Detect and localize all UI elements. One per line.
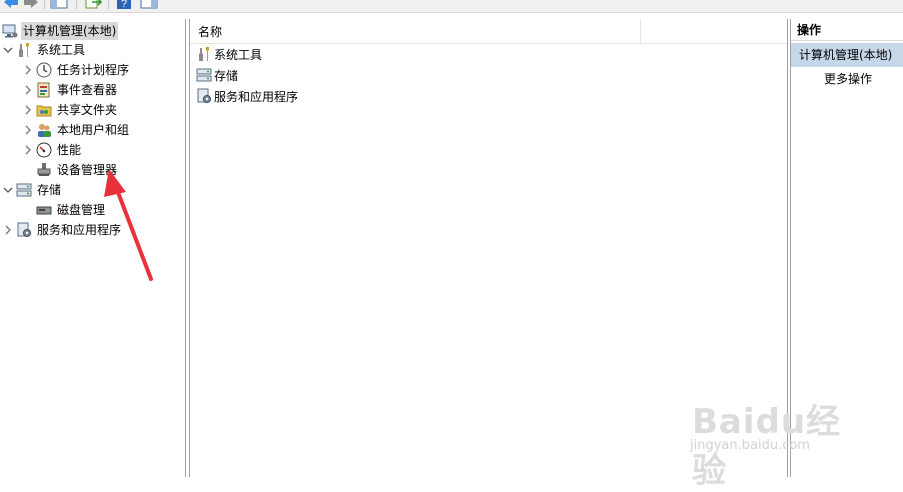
computer-management-icon [2,23,18,39]
column-header: 名称 [190,19,787,44]
results-pane: 名称 系统工具 存储 服务和应用程序 [189,19,788,477]
tree-label: 本地用户和组 [57,123,130,137]
toolbar: ? [0,0,903,13]
tree-item-disk-management[interactable]: 磁盘管理 [34,200,107,220]
tree-label: 共享文件夹 [57,103,118,117]
chevron-right-icon[interactable] [2,220,14,240]
clock-icon [36,62,52,78]
disk-icon [36,202,52,218]
chevron-right-icon[interactable] [22,140,34,160]
show-hide-action-pane-icon[interactable] [140,0,158,10]
show-hide-tree-icon[interactable] [50,0,68,10]
services-icon [196,88,212,104]
storage-icon [16,182,32,198]
tree-item-event-viewer[interactable]: 事件查看器 [22,80,119,100]
shared-folder-icon [36,102,52,118]
chevron-down-icon[interactable] [2,40,14,60]
actions-header: 操作 [791,19,903,41]
tree-label: 存储 [37,183,62,197]
tree-item-device-manager[interactable]: 设备管理器 [34,160,119,180]
storage-icon [196,67,212,83]
tree-item-computer-management[interactable]: 计算机管理(本地) [0,21,119,41]
column-name-header[interactable]: 名称 [198,23,222,40]
device-manager-icon [36,162,52,178]
event-viewer-icon [36,82,52,98]
back-icon[interactable] [2,0,20,10]
svg-text:?: ? [121,0,127,10]
list-item-storage[interactable]: 存储 [196,65,238,85]
tree-label: 事件查看器 [57,83,118,97]
tools-icon [196,46,212,62]
tree-item-storage[interactable]: 存储 [2,180,63,200]
list-item-label: 存储 [214,68,239,83]
tree-item-shared-folders[interactable]: 共享文件夹 [22,100,119,120]
tree-item-performance[interactable]: 性能 [22,140,83,160]
users-icon [36,122,52,138]
tree-label: 设备管理器 [57,163,118,177]
help-icon[interactable]: ? [116,0,132,10]
list-item-services-applications[interactable]: 服务和应用程序 [196,86,298,106]
services-icon [16,222,32,238]
chevron-right-icon[interactable] [22,60,34,80]
chevron-right-icon[interactable] [22,80,34,100]
tree-item-local-users-groups[interactable]: 本地用户和组 [22,120,131,140]
tree-label: 性能 [57,143,82,157]
actions-pane: 操作 计算机管理(本地) 更多操作 [790,19,903,477]
more-actions-link[interactable]: 更多操作 [824,70,872,88]
chevron-right-icon[interactable] [22,100,34,120]
tree-label: 系统工具 [37,43,86,57]
chevron-right-icon[interactable] [22,120,34,140]
list-item-system-tools[interactable]: 系统工具 [196,44,262,64]
console-tree: 计算机管理(本地) 系统工具 任务计划程序 事件查看器 共享文件夹 本地用户和组… [0,19,186,477]
column-divider[interactable] [640,19,641,43]
list-item-label: 服务和应用程序 [214,89,299,104]
tree-item-task-scheduler[interactable]: 任务计划程序 [22,60,131,80]
forward-icon[interactable] [22,0,40,10]
tree-label: 计算机管理(本地) [21,22,119,40]
performance-icon [36,142,52,158]
export-list-icon[interactable] [84,0,102,10]
chevron-down-icon[interactable] [2,180,14,200]
tree-item-services-applications[interactable]: 服务和应用程序 [2,220,123,240]
actions-section-computer-management[interactable]: 计算机管理(本地) [791,43,903,67]
tree-item-system-tools[interactable]: 系统工具 [2,40,87,60]
tree-label: 任务计划程序 [57,63,130,77]
tools-icon [16,42,32,58]
tree-label: 服务和应用程序 [37,223,122,237]
tree-label: 磁盘管理 [57,203,106,217]
list-item-label: 系统工具 [214,47,263,62]
